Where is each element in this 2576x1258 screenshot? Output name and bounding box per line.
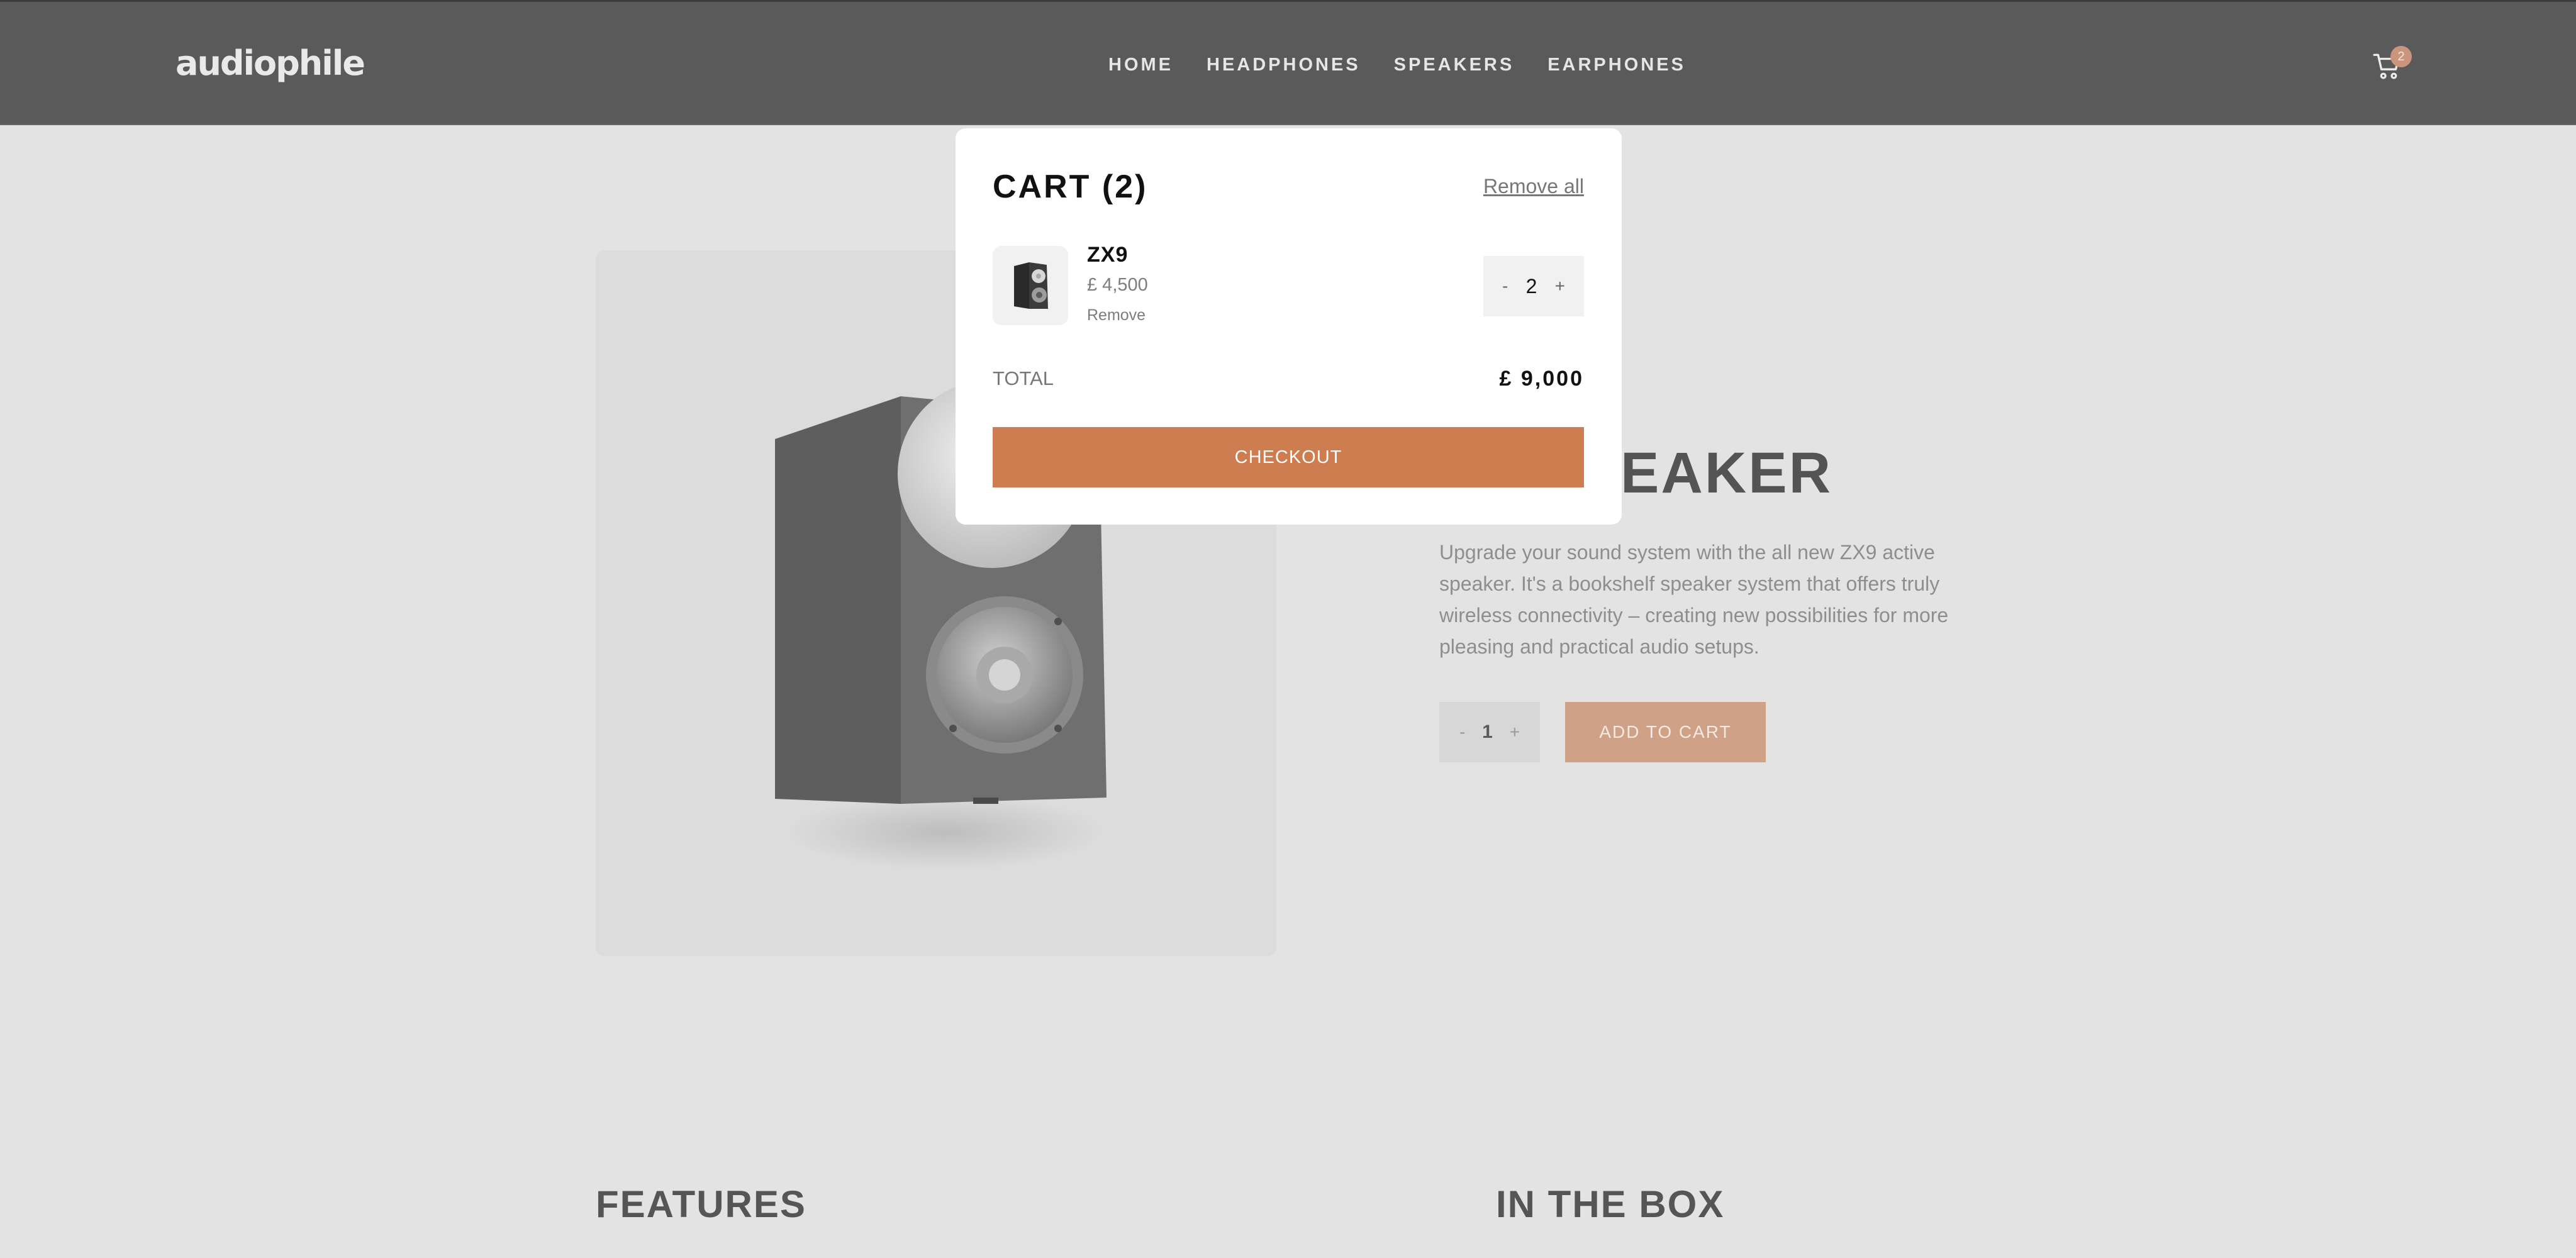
- features-heading: FEATURES: [596, 1183, 806, 1225]
- cart-item-remove-link[interactable]: Remove: [1087, 306, 1146, 325]
- quantity-stepper: - 1 +: [1439, 702, 1540, 762]
- nav-home[interactable]: HOME: [1108, 55, 1173, 75]
- increment-button[interactable]: +: [1510, 722, 1520, 742]
- remove-all-link[interactable]: Remove all: [1483, 175, 1584, 198]
- product-title: EAKER: [1620, 441, 1833, 505]
- quantity-value: 1: [1482, 721, 1493, 742]
- cart-decrement-button[interactable]: -: [1502, 276, 1508, 296]
- cart-item-name: ZX9: [1087, 243, 1129, 267]
- cart-increment-button[interactable]: +: [1555, 276, 1565, 296]
- cart-quantity-value: 2: [1525, 274, 1537, 298]
- logo[interactable]: audiophile: [176, 43, 365, 83]
- nav-headphones[interactable]: HEADPHONES: [1207, 55, 1361, 75]
- main-nav: HOME HEADPHONES SPEAKERS EARPHONES: [1108, 55, 1686, 75]
- site-header: audiophile HOME HEADPHONES SPEAKERS EARP…: [0, 0, 2576, 125]
- cart-item-thumbnail: [993, 246, 1068, 325]
- total-value: £ 9,000: [1499, 367, 1584, 391]
- decrement-button[interactable]: -: [1459, 722, 1465, 742]
- product-description: Upgrade your sound system with the all n…: [1439, 541, 1949, 658]
- nav-speakers[interactable]: SPEAKERS: [1394, 55, 1515, 75]
- in-the-box-heading: IN THE BOX: [1496, 1183, 1725, 1225]
- cart-modal: CART (2) Remove all ZX9 £ 4,500 Remove -…: [956, 128, 1622, 525]
- cart-quantity-stepper: - 2 +: [1483, 256, 1584, 316]
- cart-item-price: £ 4,500: [1087, 275, 1148, 295]
- nav-earphones[interactable]: EARPHONES: [1547, 55, 1686, 75]
- cart-count-badge: 2: [2390, 46, 2412, 67]
- checkout-button[interactable]: CHECKOUT: [993, 427, 1584, 487]
- total-label: TOTAL: [993, 367, 1054, 389]
- cart-title: CART (2): [993, 169, 1148, 205]
- add-to-cart-button[interactable]: ADD TO CART: [1565, 702, 1766, 762]
